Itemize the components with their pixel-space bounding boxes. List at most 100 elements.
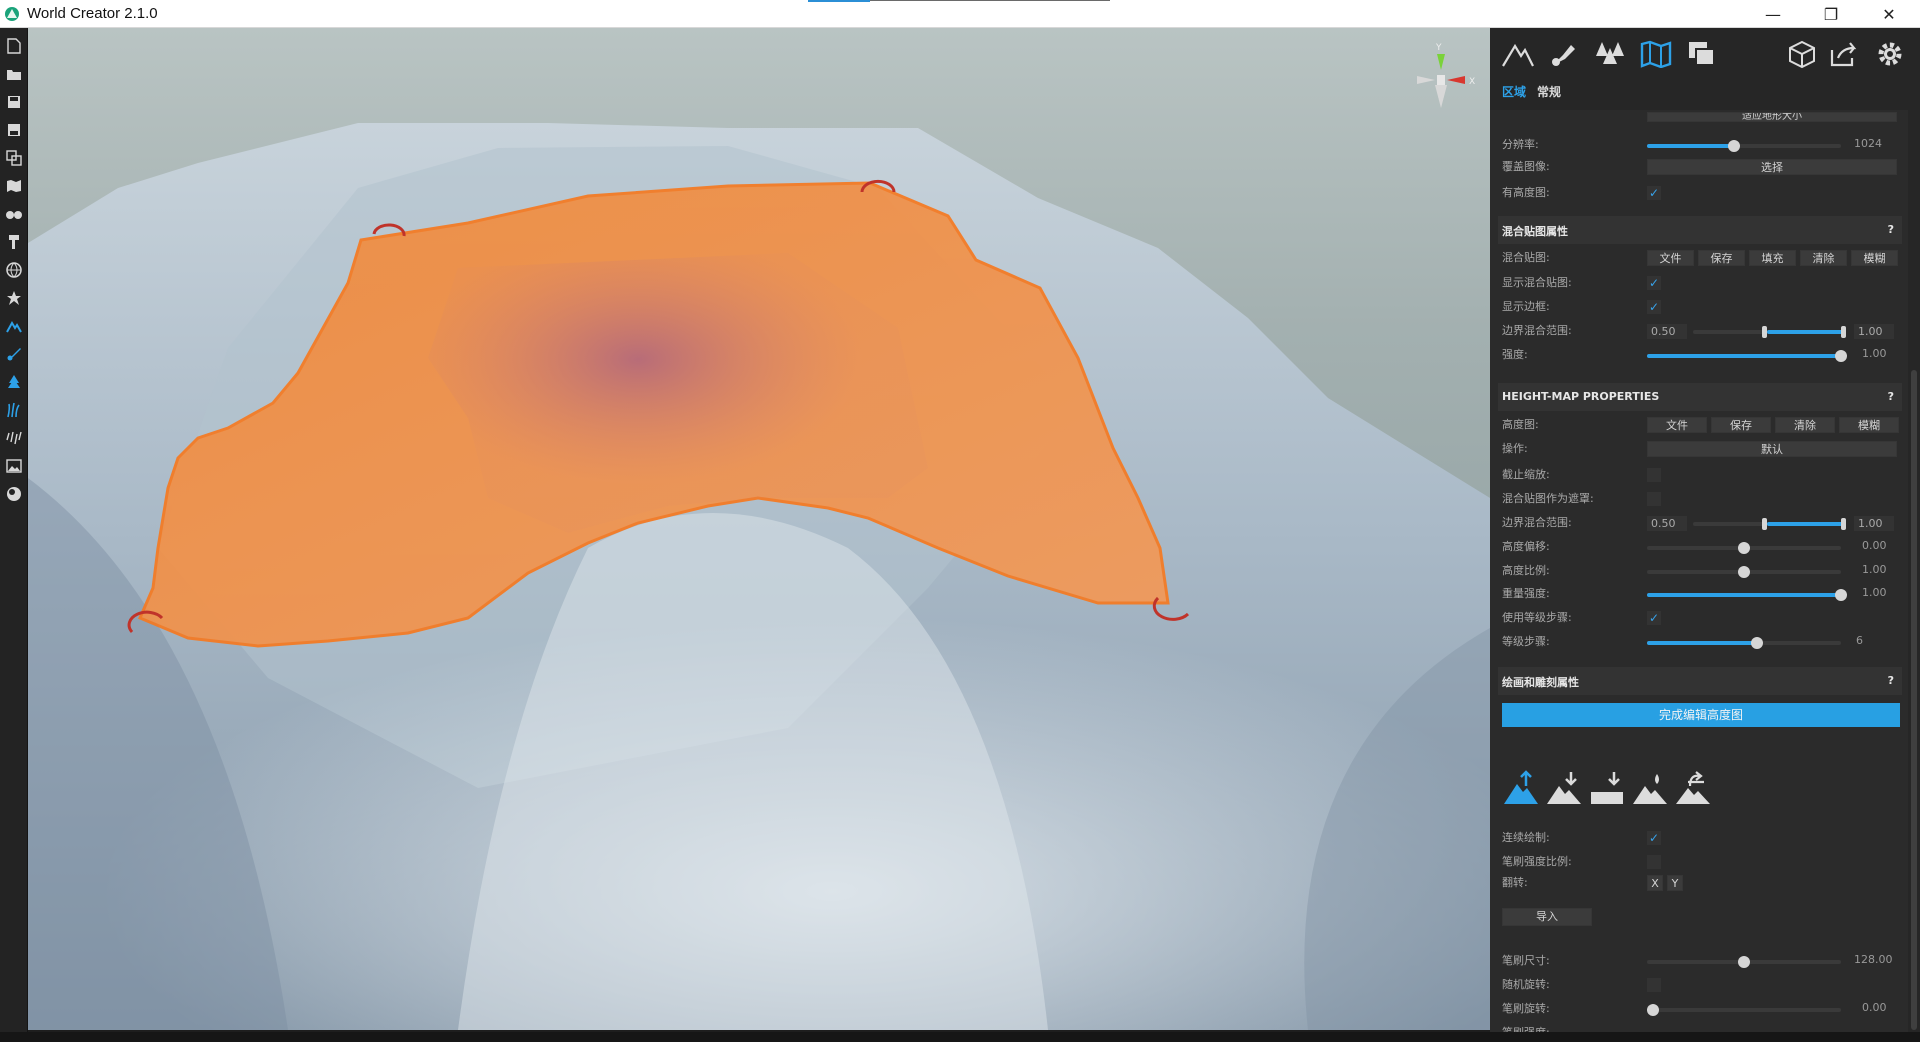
finish-editing-heightmap-button[interactable]: 完成编辑高度图 [1502, 703, 1900, 727]
smooth-brush-icon[interactable] [1631, 770, 1669, 808]
minimize-button[interactable]: — [1744, 0, 1802, 28]
heightmap-file-button[interactable]: 文件 [1647, 417, 1707, 433]
blend-strength-knob[interactable] [1835, 350, 1847, 362]
select-image-button[interactable]: 选择 [1647, 159, 1897, 175]
flip-x-button[interactable]: X [1647, 875, 1663, 891]
brush-rotation-value: 0.00 [1862, 1001, 1887, 1014]
pressure-checkbox[interactable] [1647, 855, 1661, 869]
paint-brush-icon[interactable] [4, 344, 24, 364]
use-steps-checkbox[interactable]: ✓ [1647, 611, 1661, 625]
stamp-icon[interactable] [4, 288, 24, 308]
lower-brush-icon[interactable] [1545, 770, 1583, 808]
steps-knob[interactable] [1751, 637, 1763, 649]
blend-mask-checkbox[interactable] [1647, 492, 1661, 506]
hm-border-max-knob[interactable] [1841, 518, 1846, 530]
tab-region[interactable]: 区域 [1502, 83, 1526, 100]
title-divider [870, 0, 1110, 1]
weight-strength-knob[interactable] [1835, 589, 1847, 601]
heightmap-blur-button[interactable]: 模糊 [1839, 417, 1899, 433]
maximize-button[interactable]: ❐ [1802, 0, 1860, 28]
layers-icon[interactable] [1684, 36, 1720, 72]
continuous-checkbox[interactable]: ✓ [1647, 831, 1661, 845]
blend-border-min[interactable]: 0.50 [1647, 324, 1687, 339]
heightmap-label: 高度图: [1502, 418, 1539, 431]
share-icon[interactable] [1826, 36, 1862, 72]
raise-brush-icon[interactable] [1502, 770, 1540, 808]
scrollbar-thumb[interactable] [1911, 370, 1917, 1030]
brush-rotation-knob[interactable] [1647, 1004, 1659, 1016]
height-scale-knob[interactable] [1738, 566, 1750, 578]
erode-brush-icon[interactable] [1674, 770, 1712, 808]
tree-icon[interactable] [4, 372, 24, 392]
axis-gizmo[interactable]: Y X [1403, 38, 1483, 128]
brush-tool-icon[interactable] [1546, 36, 1582, 72]
forest-icon[interactable] [1592, 36, 1628, 72]
3d-viewport[interactable]: Y X [28, 28, 1490, 1030]
blend-clear-button[interactable]: 清除 [1800, 250, 1847, 266]
clamp-checkbox[interactable] [1647, 468, 1661, 482]
paint-help-icon[interactable]: ? [1888, 674, 1894, 687]
has-heightmap-checkbox[interactable]: ✓ [1647, 186, 1661, 200]
blend-save-button[interactable]: 保存 [1698, 250, 1745, 266]
map-tool-icon[interactable] [1638, 36, 1674, 72]
open-folder-icon[interactable] [4, 64, 24, 84]
show-border-checkbox[interactable]: ✓ [1647, 300, 1661, 314]
tab-general[interactable]: 常规 [1537, 83, 1561, 100]
brush-rotation-slider[interactable] [1647, 1008, 1841, 1012]
fit-terrain-button[interactable]: 适应地形大小 [1647, 112, 1897, 122]
resolution-knob[interactable] [1728, 140, 1740, 152]
flip-y-button[interactable]: Y [1667, 875, 1683, 891]
resolution-fill [1647, 144, 1734, 148]
map-icon[interactable] [4, 176, 24, 196]
hm-border-min-knob[interactable] [1762, 518, 1767, 530]
blend-strength-fill [1647, 354, 1841, 358]
flatten-brush-icon[interactable] [1588, 770, 1626, 808]
hm-border-max[interactable]: 1.00 [1854, 516, 1894, 531]
rain-icon[interactable] [4, 428, 24, 448]
blend-mask-label: 混合贴图作为遮罩: [1502, 492, 1594, 505]
blend-fill-button[interactable]: 填充 [1749, 250, 1796, 266]
heightmap-clear-button[interactable]: 清除 [1775, 417, 1835, 433]
brush-size-knob[interactable] [1738, 956, 1750, 968]
blend-blur-button[interactable]: 模糊 [1851, 250, 1898, 266]
weight-strength-label: 重量强度: [1502, 587, 1550, 600]
random-rotation-label: 随机旋转: [1502, 978, 1550, 991]
image-icon[interactable] [4, 456, 24, 476]
paint-section-header[interactable]: 绘画和雕刻属性 ? [1498, 667, 1902, 695]
new-file-icon[interactable] [4, 36, 24, 56]
heightmap-save-button[interactable]: 保存 [1711, 417, 1771, 433]
close-button[interactable]: ✕ [1860, 0, 1918, 28]
grass-icon[interactable] [4, 400, 24, 420]
terrain-brush-icon[interactable] [4, 316, 24, 336]
save-as-icon[interactable] [4, 120, 24, 140]
heightmap-help-icon[interactable]: ? [1888, 390, 1894, 403]
height-scale-value: 1.00 [1862, 563, 1887, 576]
blend-border-min-knob[interactable] [1762, 326, 1767, 338]
panel-scrollbar[interactable] [1908, 110, 1920, 1032]
export-icon[interactable] [4, 148, 24, 168]
blend-border-max[interactable]: 1.00 [1854, 324, 1894, 339]
hm-border-min[interactable]: 0.50 [1647, 516, 1687, 531]
title-bar: World Creator 2.1.0 — ❐ ✕ [0, 0, 1920, 28]
show-blend-checkbox[interactable]: ✓ [1647, 276, 1661, 290]
globe-icon[interactable] [4, 260, 24, 280]
random-rotation-checkbox[interactable] [1647, 978, 1661, 992]
sphere-icon[interactable] [4, 484, 24, 504]
heightmap-section-header[interactable]: HEIGHT-MAP PROPERTIES ? [1498, 383, 1902, 411]
properties-panel: 区域 常规 适应地形大小 分辨率: 1024 覆盖图像: 选择 有高度图: ✓ … [1490, 28, 1920, 1032]
blend-file-button[interactable]: 文件 [1647, 250, 1694, 266]
hammer-icon[interactable] [4, 232, 24, 252]
save-icon[interactable] [4, 92, 24, 112]
show-border-label: 显示边框: [1502, 300, 1550, 313]
mountain-icon[interactable] [1500, 36, 1536, 72]
settings-icon[interactable] [1872, 36, 1908, 72]
blend-map-section-header[interactable]: 混合贴图属性 ? [1498, 216, 1902, 244]
height-offset-knob[interactable] [1738, 542, 1750, 554]
operation-select[interactable]: 默认 [1647, 441, 1897, 457]
cube-icon[interactable] [1784, 36, 1820, 72]
blend-map-help-icon[interactable]: ? [1888, 223, 1894, 236]
import-button[interactable]: 导入 [1502, 908, 1592, 926]
blend-border-max-knob[interactable] [1841, 326, 1846, 338]
gizmo-x-label: X [1469, 77, 1475, 87]
binoculars-icon[interactable] [4, 204, 24, 224]
